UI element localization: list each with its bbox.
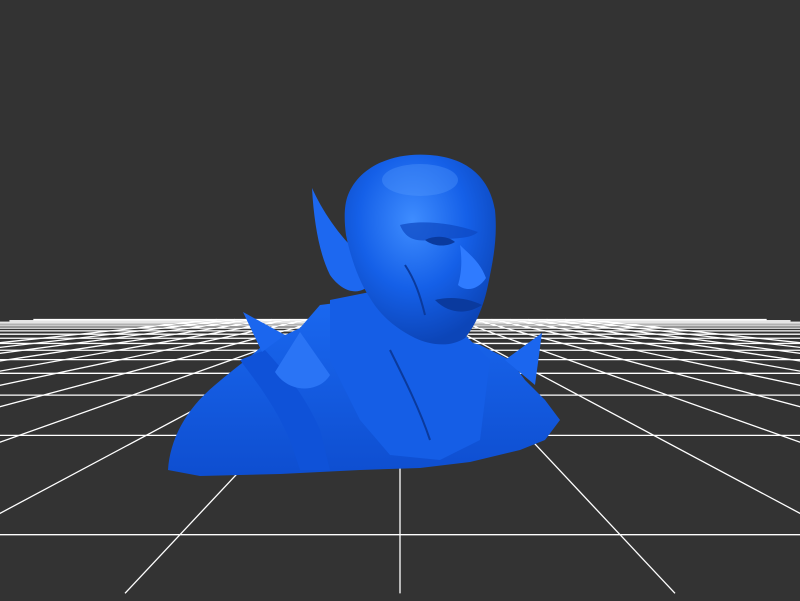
3d-viewport[interactable] xyxy=(0,0,800,601)
scene-canvas[interactable] xyxy=(0,0,800,601)
head-highlight xyxy=(382,164,458,196)
